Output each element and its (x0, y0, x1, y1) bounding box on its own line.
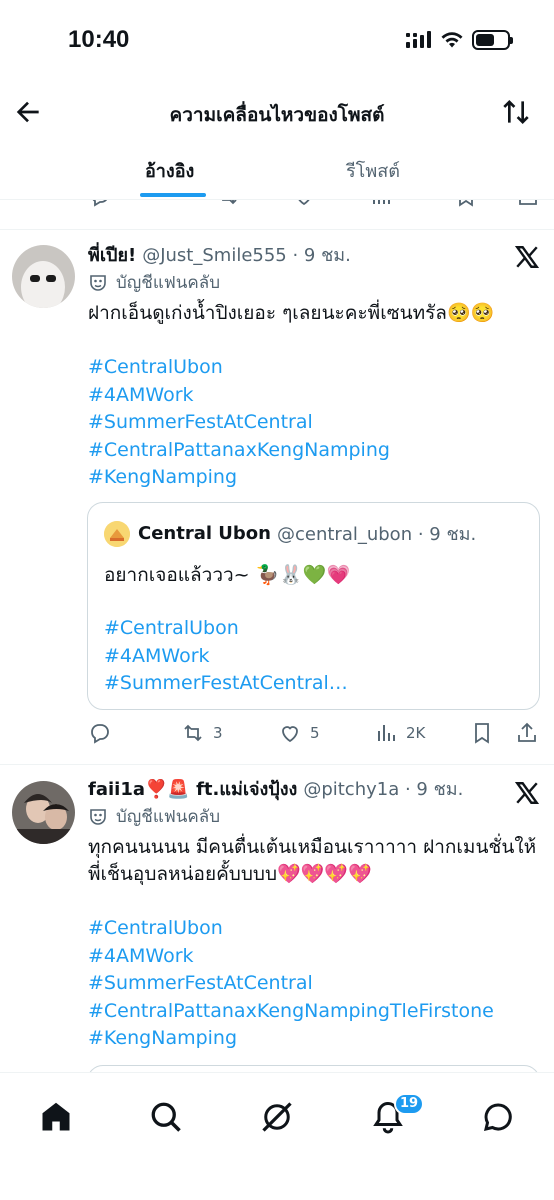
tab-bar: อ้างอิง รีโพสต์ (0, 144, 554, 200)
reply-button[interactable] (88, 721, 112, 745)
status-time: 10:40 (68, 26, 130, 53)
share-icon (518, 722, 536, 742)
display-name[interactable]: faii1a❣️🚨 ft.แม่เจ่งปุ้งง (88, 776, 297, 804)
handle-and-time: @pitchy1a · 9 ชม. (303, 779, 464, 800)
hashtag-link[interactable]: #CentralUbon (88, 915, 540, 943)
quoted-post[interactable] (87, 1065, 540, 1072)
hashtag-link[interactable]: #4AMWork (104, 643, 527, 671)
repost-button[interactable]: 3 (181, 721, 223, 745)
status-bar: 10:40 (0, 0, 554, 84)
post[interactable]: พี่เปีย! @Just_Smile555 · 9 ชม. บัญชีแฟน… (0, 230, 554, 764)
post[interactable]: faii1a❣️🚨 ft.แม่เจ่งปุ้งง @pitchy1a · 9 … (0, 765, 554, 1072)
bookmark-button[interactable] (470, 721, 494, 745)
avatar[interactable] (12, 781, 75, 844)
hashtag-link[interactable]: #SummerFestAtCentral (88, 409, 540, 437)
repost-count: 3 (213, 724, 223, 742)
fan-account-row: บัญชีแฟนคลับ (88, 270, 540, 296)
bookmark-icon (475, 723, 489, 744)
hashtag-link[interactable]: #SummerFestAtCentral… (104, 670, 527, 698)
handle-and-time: @Just_Smile555 · 9 ชม. (142, 245, 351, 266)
quoted-hashtag-list: #CentralUbon #4AMWork #SummerFestAtCentr… (104, 615, 527, 698)
hashtag-link[interactable]: #KengNamping (88, 464, 540, 492)
like-count: 5 (310, 724, 320, 742)
battery-icon (472, 30, 513, 50)
views-button[interactable]: 2K (374, 721, 425, 745)
view-count: 2K (406, 724, 426, 742)
post-header: faii1a❣️🚨 ft.แม่เจ่งปุ้งง @pitchy1a · 9 … (88, 776, 540, 804)
display-name[interactable]: พี่เปีย! (88, 242, 136, 270)
hashtag-link[interactable]: #KengNamping (88, 1025, 540, 1053)
previous-post-actions: 6 7 2K (0, 200, 554, 230)
x-logo-icon (514, 782, 540, 804)
cellular-signal-icon (406, 31, 431, 48)
hashtag-link[interactable]: #CentralPattanaxKengNamping (88, 437, 540, 465)
search-icon[interactable] (148, 1099, 184, 1135)
bottom-navigation: 19 (0, 1072, 554, 1200)
top-app-bar: ความเคลื่อนไหวของโพสต์ (0, 84, 554, 144)
hashtag-link[interactable]: #CentralUbon (88, 354, 540, 382)
share-button[interactable] (515, 721, 539, 745)
repost-icon (184, 724, 202, 742)
hashtag-link[interactable]: #4AMWork (88, 382, 540, 410)
reply-icon[interactable] (88, 200, 112, 208)
tab-reposts[interactable]: รีโพสต์ (346, 156, 400, 185)
hashtag-list: #CentralUbon #4AMWork #SummerFestAtCentr… (88, 354, 540, 492)
wifi-icon (441, 32, 463, 48)
hashtag-list: #CentralUbon #4AMWork #SummerFestAtCentr… (88, 915, 540, 1053)
page-title: ความเคลื่อนไหวของโพสต์ (169, 104, 385, 126)
fan-account-label: บัญชีแฟนคลับ (116, 273, 221, 293)
sort-icon[interactable] (500, 96, 532, 128)
status-icons (406, 30, 513, 50)
quoted-display-name[interactable]: Central Ubon (138, 523, 271, 544)
messages-icon[interactable] (480, 1099, 516, 1135)
post-text: ฝากเอ็นดูเก่งน้ำปิงเยอะ ๆเลยนะคะพี่เซนทร… (88, 302, 495, 324)
heart-icon (282, 726, 298, 743)
post-header: พี่เปีย! @Just_Smile555 · 9 ชม. (88, 242, 540, 270)
post-actions: 3 5 2K (88, 721, 540, 747)
quoted-handle-and-time: @central_ubon · 9 ชม. (276, 524, 477, 545)
home-icon[interactable] (38, 1099, 74, 1135)
quoted-post-header: Central Ubon @central_ubon · 9 ชม. (104, 519, 527, 548)
fan-account-icon (90, 275, 106, 291)
grok-icon[interactable] (259, 1099, 295, 1135)
quoted-avatar[interactable] (104, 520, 130, 547)
quoted-text: อยากเจอแล้ววว~ 🦆🐰💚💗 (104, 564, 351, 586)
fan-account-icon (90, 809, 106, 825)
post-text: ทุกคนนนนน มีคนตื่นเต้นเหมือนเราาาาา ฝากเ… (88, 836, 537, 885)
tab-quotes[interactable]: อ้างอิง (145, 156, 194, 185)
notifications-badge: 19 (394, 1093, 425, 1115)
hashtag-link[interactable]: #4AMWork (88, 943, 540, 971)
x-logo-icon (514, 246, 540, 268)
hashtag-link[interactable]: #SummerFestAtCentral (88, 970, 540, 998)
hashtag-link[interactable]: #CentralPattanaxKengNampingTleFirstone (88, 998, 540, 1026)
like-button[interactable]: 5 (278, 721, 320, 745)
active-tab-indicator (140, 193, 206, 197)
hashtag-link[interactable]: #CentralUbon (104, 615, 527, 643)
reply-icon (91, 724, 109, 744)
avatar[interactable] (12, 245, 75, 308)
bookmark-icon[interactable] (454, 200, 478, 208)
repost-count[interactable]: 6 (216, 200, 255, 210)
fan-account-label: บัญชีแฟนคลับ (116, 807, 221, 827)
quoted-post[interactable]: Central Ubon @central_ubon · 9 ชม. อยากเ… (87, 502, 540, 710)
view-count[interactable]: 2K (369, 200, 417, 210)
like-count[interactable]: 7 (292, 200, 331, 210)
fan-account-row: บัญชีแฟนคลับ (88, 804, 540, 830)
share-icon[interactable] (516, 200, 540, 208)
views-chart-icon (378, 725, 395, 741)
